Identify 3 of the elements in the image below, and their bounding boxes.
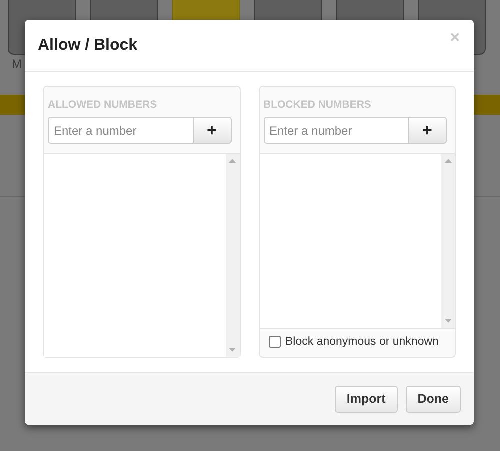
- checkbox-label: Block anonymous or unknown: [286, 336, 439, 348]
- tile-label: M: [11, 57, 22, 71]
- dialog-title: Allow / Block: [38, 36, 138, 54]
